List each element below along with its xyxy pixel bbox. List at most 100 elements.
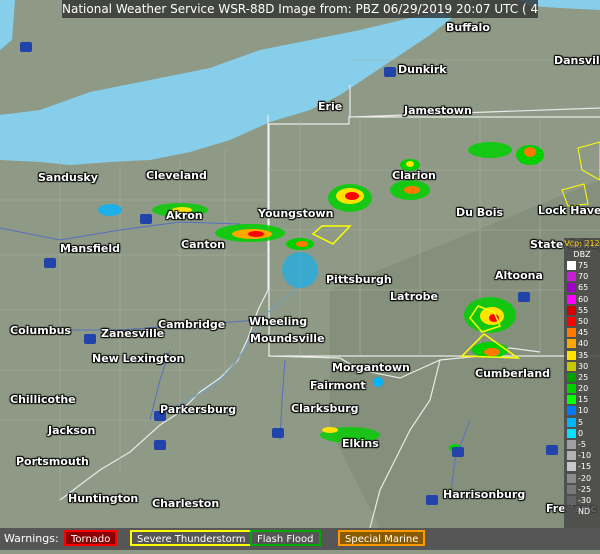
legend-swatch xyxy=(567,305,576,315)
legend-swatch xyxy=(567,507,576,517)
legend-row: 30 xyxy=(564,361,600,372)
legend-value: -10 xyxy=(578,451,592,461)
legend-row: -10 xyxy=(564,450,600,461)
city-label: Columbus xyxy=(10,324,71,337)
warning-flash-flood-label: Flash Flood xyxy=(257,534,314,545)
legend-swatch xyxy=(567,361,576,371)
legend-swatch xyxy=(567,395,576,405)
legend-swatch xyxy=(567,328,576,338)
legend-swatch xyxy=(567,451,576,461)
legend-row: 35 xyxy=(564,350,600,361)
legend-row: 70 xyxy=(564,271,600,282)
city-label: Akron xyxy=(166,209,203,222)
city-label: Altoona xyxy=(495,269,543,282)
warning-severe-thunderstorm[interactable]: Severe Thunderstorm xyxy=(130,530,253,546)
legend-swatch xyxy=(567,261,576,270)
legend-row: 60 xyxy=(564,294,600,305)
legend-swatch xyxy=(567,350,576,360)
legend-swatch xyxy=(567,406,576,416)
legend-value: 50 xyxy=(578,316,589,326)
legend-row: -30 xyxy=(564,495,600,506)
legend-value: 55 xyxy=(578,305,589,315)
legend-swatch xyxy=(567,484,576,494)
legend-row: 50 xyxy=(564,316,600,327)
legend-row: 5 xyxy=(564,417,600,428)
vcp-label: Vcp: 212 xyxy=(564,239,600,248)
warning-tornado-label: Tornado xyxy=(71,534,111,545)
legend-row: 40 xyxy=(564,338,600,349)
legend-swatch xyxy=(567,473,576,483)
legend-value: 70 xyxy=(578,272,589,282)
legend-swatch xyxy=(567,384,576,394)
city-label: Harrisonburg xyxy=(443,488,526,501)
city-label: Cumberland xyxy=(475,367,551,380)
legend-row: 15 xyxy=(564,394,600,405)
legend-swatch xyxy=(567,495,576,505)
warning-severe-thunderstorm-label: Severe Thunderstorm xyxy=(137,534,246,545)
legend-swatch xyxy=(567,417,576,427)
legend-swatch xyxy=(567,440,576,449)
legend-swatch xyxy=(567,339,576,349)
city-label: Moundsville xyxy=(250,332,325,345)
legend-value: 35 xyxy=(578,350,589,360)
legend-rows: 75 70 65 60 55 50 45 40 35 30 25 20 15 10 5 0 -5 -10 -15 -2… xyxy=(564,260,600,517)
legend-value: -30 xyxy=(578,495,592,505)
city-label: Elkins xyxy=(342,437,379,450)
legend-header: Vcp: 212 DBZ xyxy=(564,238,600,260)
city-label: Charleston xyxy=(152,497,220,510)
legend-row: ND xyxy=(564,506,600,517)
city-label: Parkersburg xyxy=(160,403,237,416)
city-label: Youngstown xyxy=(258,207,334,220)
city-label: Portsmouth xyxy=(16,455,89,468)
city-label: Buffalo xyxy=(446,21,490,34)
city-label: Sandusky xyxy=(38,171,98,184)
city-label: Erie xyxy=(318,100,343,113)
city-label: Clarksburg xyxy=(291,402,359,415)
legend-value: 60 xyxy=(578,294,589,304)
legend-row: 75 xyxy=(564,260,600,271)
legend-value: -20 xyxy=(578,473,592,483)
city-label: Latrobe xyxy=(390,290,439,303)
legend-value: ND xyxy=(578,507,591,517)
legend-swatch xyxy=(567,294,576,304)
legend-value: 45 xyxy=(578,328,589,338)
legend-value: 75 xyxy=(578,261,589,270)
legend-row: -15 xyxy=(564,461,600,472)
legend-row: 25 xyxy=(564,372,600,383)
legend-row: -5 xyxy=(564,439,600,450)
legend-value: 30 xyxy=(578,361,589,371)
warning-special-marine[interactable]: Special Marine xyxy=(338,530,426,546)
legend-swatch xyxy=(567,462,576,472)
city-label: Cambridge xyxy=(158,318,226,331)
city-label: Jamestown xyxy=(404,104,472,117)
legend-row: 20 xyxy=(564,383,600,394)
warning-tornado[interactable]: Tornado xyxy=(64,530,118,546)
city-label: Chillicothe xyxy=(10,393,76,406)
legend-value: 0 xyxy=(578,428,584,438)
city-label: Dunkirk xyxy=(398,63,447,76)
city-label: Clarion xyxy=(392,169,436,182)
legend-value: 20 xyxy=(578,384,589,394)
legend-row: -20 xyxy=(564,473,600,484)
legend-value: 15 xyxy=(578,395,589,405)
city-label: Morgantown xyxy=(332,361,410,374)
city-label: Jackson xyxy=(48,424,96,437)
image-title: National Weather Service WSR-88D Image f… xyxy=(62,0,538,18)
legend-value: -5 xyxy=(578,440,586,449)
legend-row: 0 xyxy=(564,428,600,439)
legend-value: 65 xyxy=(578,283,589,293)
legend-swatch xyxy=(567,428,576,438)
legend-row: -25 xyxy=(564,484,600,495)
legend-swatch xyxy=(567,316,576,326)
city-label: Cleveland xyxy=(146,169,207,182)
city-label: Mansfield xyxy=(60,242,121,255)
warning-flash-flood[interactable]: Flash Flood xyxy=(250,530,321,546)
city-label: Huntington xyxy=(68,492,139,505)
city-label: Pittsburgh xyxy=(326,273,392,286)
city-label: Fairmont xyxy=(310,379,366,392)
warnings-bar: Warnings: Tornado Severe Thunderstorm Fl… xyxy=(0,528,600,550)
city-label: Du Bois xyxy=(456,206,504,219)
warning-special-marine-label: Special Marine xyxy=(345,534,419,545)
city-label: Wheeling xyxy=(249,315,308,328)
legend-value: 40 xyxy=(578,339,589,349)
